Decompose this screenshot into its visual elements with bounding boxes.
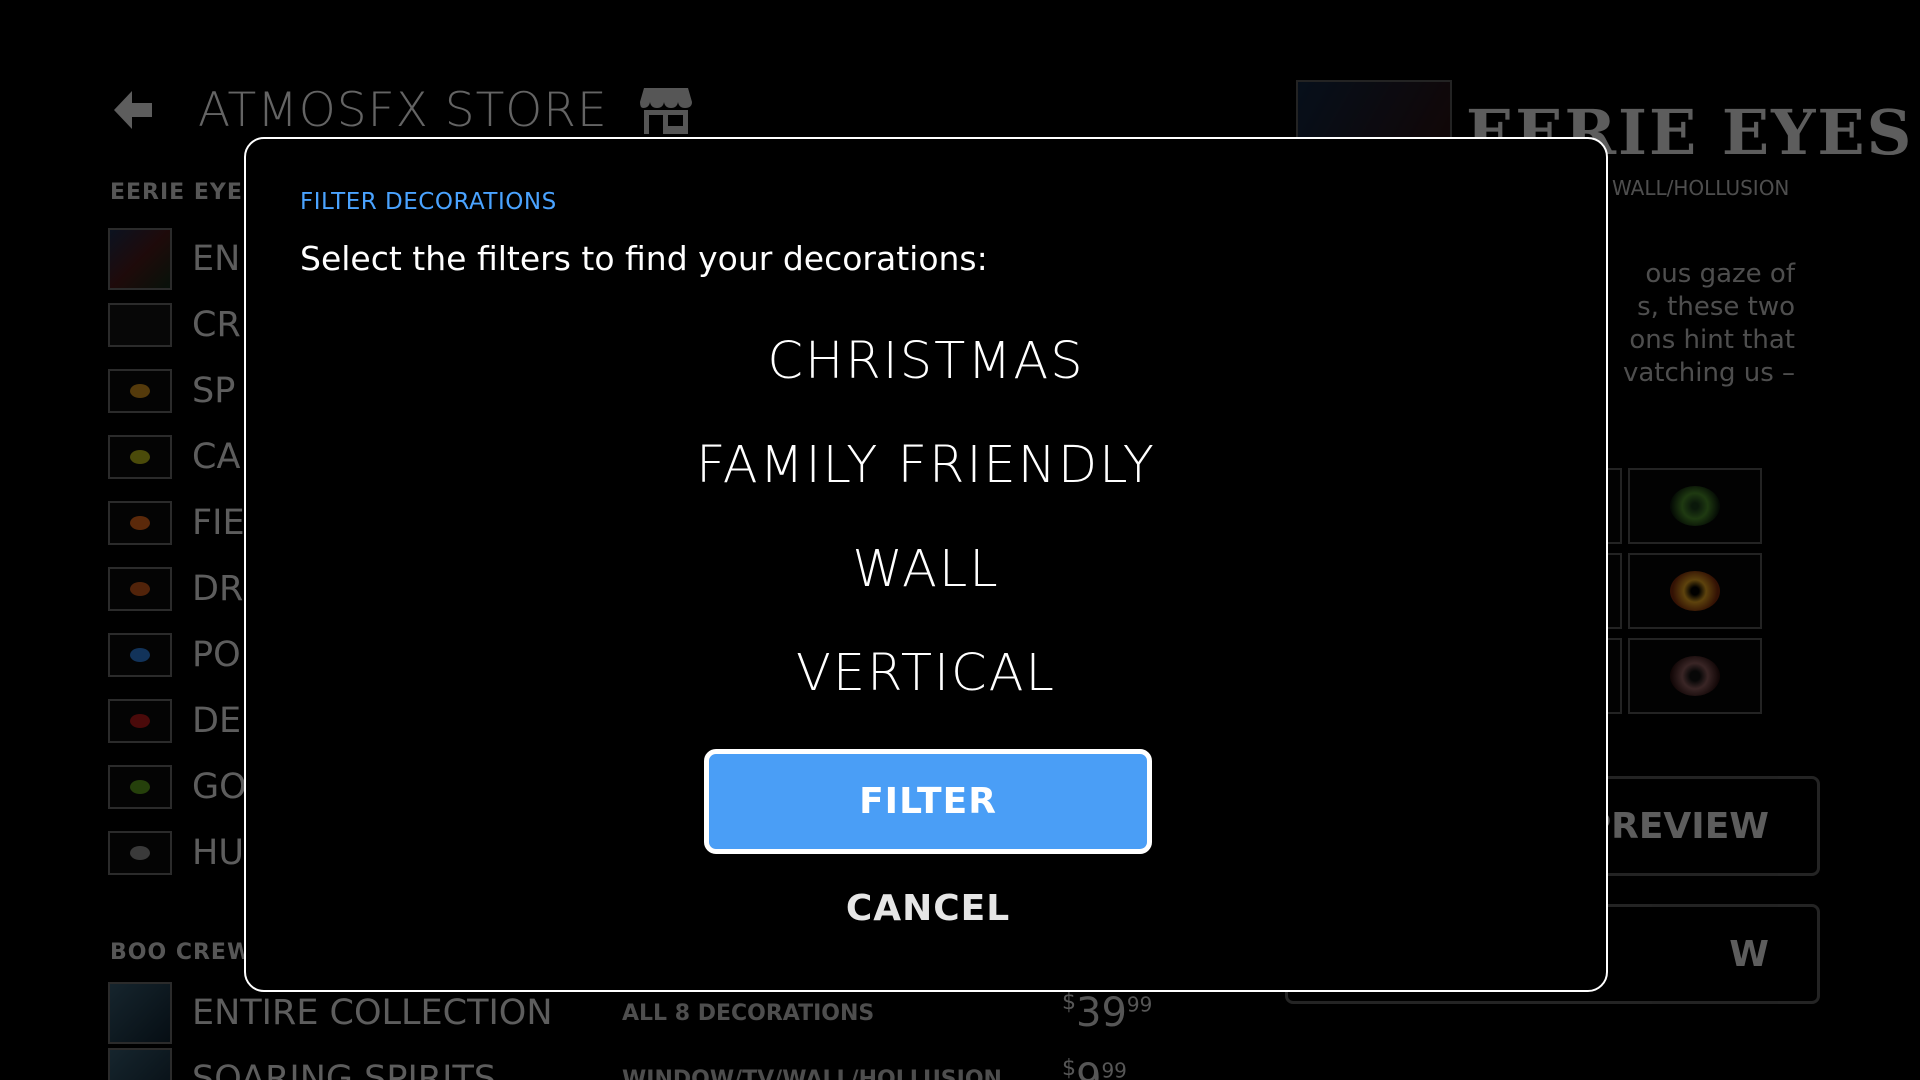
filter-option-wall[interactable]: WALL [246, 517, 1606, 621]
price-value: 9 [1076, 1056, 1102, 1080]
app-screen: ATMOSFX STORE EERIE EYES EN CR SP CA FIE… [0, 0, 1920, 1080]
filter-option-vertical[interactable]: VERTICAL [246, 621, 1606, 725]
eye-icon [1670, 486, 1720, 526]
item-thumbnail [108, 699, 172, 743]
item-thumbnail [108, 369, 172, 413]
list-item[interactable]: CA [108, 424, 247, 490]
list-item[interactable]: SP [108, 358, 247, 424]
cancel-button[interactable]: CANCEL [704, 876, 1152, 940]
eye-icon [130, 582, 150, 596]
eye-icon [130, 516, 150, 530]
item-thumbnail [108, 228, 172, 290]
item-thumbnail [108, 765, 172, 809]
eye-icon [130, 846, 150, 860]
list-item[interactable]: HU [108, 820, 247, 886]
item-label: HU [192, 833, 244, 873]
item-label: ENTIRE COLLECTION [192, 993, 553, 1033]
list-item[interactable]: PO [108, 622, 247, 688]
boo-crew-list: ENTIRE COLLECTION ALL 8 DECORATIONS $399… [108, 980, 1208, 1080]
eerie-eyes-section-title: EERIE EYES [110, 180, 260, 205]
item-label: CA [192, 437, 241, 477]
list-item[interactable]: EN [108, 226, 247, 292]
item-price: $3999 [1062, 990, 1152, 1036]
item-thumbnail [108, 1048, 172, 1080]
variant-tile[interactable] [1628, 468, 1762, 544]
eye-icon [130, 714, 150, 728]
item-label: DR [192, 569, 244, 609]
price-cents: 99 [1126, 992, 1153, 1017]
item-thumbnail [108, 435, 172, 479]
filter-button[interactable]: FILTER [704, 749, 1152, 854]
item-label: FIE [192, 503, 245, 543]
storefront-icon[interactable] [638, 82, 694, 138]
eye-icon [130, 384, 150, 398]
item-thumbnail [108, 633, 172, 677]
eye-icon [130, 648, 150, 662]
list-item[interactable]: FIE [108, 490, 247, 556]
item-label: DE [192, 701, 242, 741]
variant-tile[interactable] [1628, 638, 1762, 714]
item-subtitle: WINDOW/TV/WALL/HOLLUSION [622, 1066, 1002, 1080]
product-subtitle: WALL/HOLLUSION [1612, 176, 1790, 200]
eye-icon [130, 450, 150, 464]
filter-option-family-friendly[interactable]: FAMILY FRIENDLY [246, 413, 1606, 517]
eye-icon [1670, 571, 1720, 611]
list-item[interactable]: GO [108, 754, 247, 820]
item-subtitle: ALL 8 DECORATIONS [622, 1000, 875, 1026]
filter-dialog: FILTER DECORATIONS Select the filters to… [244, 137, 1608, 992]
item-label: PO [192, 635, 241, 675]
boo-crew-section-title: BOO CREW [110, 940, 253, 965]
list-item[interactable]: SOARING SPIRITS WINDOW/TV/WALL/HOLLUSION… [108, 1046, 1208, 1080]
price-currency: $ [1062, 1056, 1076, 1080]
item-thumbnail [108, 501, 172, 545]
store-header: ATMOSFX STORE [110, 80, 694, 140]
item-thumbnail [108, 567, 172, 611]
item-thumbnail [108, 982, 172, 1044]
price-value: 39 [1076, 990, 1127, 1036]
price-cents: 99 [1101, 1058, 1127, 1080]
item-thumbnail [108, 303, 172, 347]
item-price: $999 [1062, 1056, 1127, 1080]
price-currency: $ [1062, 990, 1076, 1015]
item-label: GO [192, 767, 247, 807]
eye-icon [1670, 656, 1720, 696]
back-arrow-icon[interactable] [110, 87, 156, 133]
list-item[interactable]: CR [108, 292, 247, 358]
filter-options: CHRISTMAS FAMILY FRIENDLY WALL VERTICAL [246, 309, 1606, 725]
item-label: SOARING SPIRITS [192, 1059, 497, 1080]
item-label: SP [192, 371, 236, 411]
filter-option-christmas[interactable]: CHRISTMAS [246, 309, 1606, 413]
list-item[interactable]: DE [108, 688, 247, 754]
store-title: ATMOSFX STORE [198, 82, 608, 138]
list-item[interactable]: DR [108, 556, 247, 622]
dialog-prompt: Select the filters to find your decorati… [300, 239, 988, 278]
item-label: CR [192, 305, 241, 345]
variant-tile[interactable] [1628, 553, 1762, 629]
item-thumbnail [108, 831, 172, 875]
item-label: EN [192, 239, 241, 279]
eerie-eyes-list: EN CR SP CA FIE DR PO DE GO HU [108, 226, 247, 886]
dialog-kicker: FILTER DECORATIONS [300, 189, 557, 215]
eye-icon [130, 780, 150, 794]
